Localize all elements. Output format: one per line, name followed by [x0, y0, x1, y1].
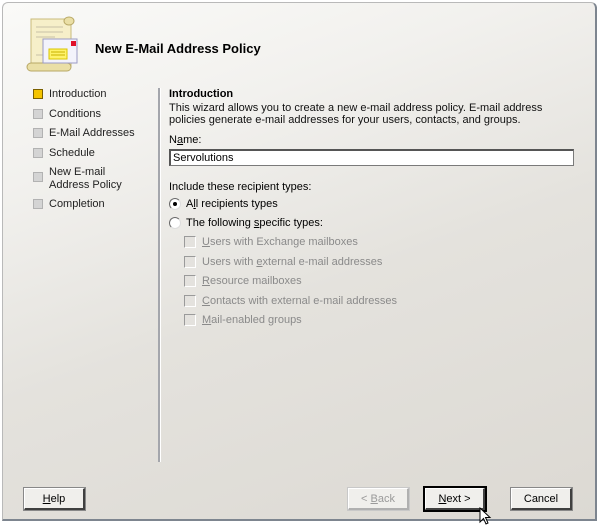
next-button[interactable]: Next > [423, 486, 487, 512]
wizard-steps: Introduction Conditions E-Mail Addresses… [33, 88, 153, 218]
radio-label: The following specific types: [186, 217, 323, 229]
step-label: Introduction [49, 88, 107, 100]
cancel-button[interactable]: Cancel [510, 487, 573, 511]
checkbox-disabled[interactable] [184, 314, 196, 326]
radio-button-checked[interactable] [169, 198, 181, 210]
step-pending-icon [33, 147, 43, 158]
checkbox-contacts-external-email[interactable]: Contacts with external e-mail addresses [169, 294, 579, 315]
checkbox-users-external-email[interactable]: Users with external e-mail addresses [169, 255, 579, 276]
checkbox-label: Contacts with external e-mail addresses [202, 294, 398, 307]
step-label: Conditions [49, 107, 101, 120]
wizard-window: New E-Mail Address Policy Introduction C… [2, 2, 597, 521]
wizard-title: New E-Mail Address Policy [95, 41, 261, 56]
checkbox-disabled[interactable] [184, 236, 196, 248]
step-pending-icon [33, 199, 43, 209]
step-label: Schedule [49, 146, 95, 159]
checkbox-label: Mail-enabled groups [202, 314, 302, 326]
step-pending-icon [33, 108, 43, 119]
step-conditions[interactable]: Conditions [33, 108, 153, 128]
email-policy-scroll-icon [26, 16, 78, 72]
step-pending-icon [33, 128, 43, 138]
step-pending-icon [33, 172, 43, 182]
checkbox-resource-mailboxes[interactable]: Resource mailboxes [169, 275, 579, 295]
step-new-email-address-policy[interactable]: New E-mail Address Policy [33, 166, 153, 198]
back-button[interactable]: < Back [347, 487, 410, 511]
checkbox-users-exchange-mailboxes[interactable]: Users with Exchange mailboxes [169, 236, 579, 256]
section-title: Introduction [169, 88, 234, 100]
include-recipient-types-label: Include these recipient types: [169, 181, 312, 193]
vertical-divider [158, 88, 161, 462]
checkbox-disabled[interactable] [184, 294, 196, 307]
step-introduction[interactable]: Introduction [33, 88, 153, 108]
step-label: Completion [49, 198, 105, 210]
checkbox-label: Resource mailboxes [202, 275, 302, 287]
radio-button[interactable] [169, 217, 181, 229]
checkbox-disabled[interactable] [184, 275, 196, 287]
step-schedule[interactable]: Schedule [33, 147, 153, 167]
checkbox-disabled[interactable] [184, 255, 196, 268]
help-button[interactable]: Help [23, 487, 86, 511]
checkbox-label: Users with external e-mail addresses [202, 255, 383, 268]
radio-specific-types[interactable]: The following specific types: [169, 217, 579, 236]
radio-all-recipients[interactable]: All recipients types [169, 198, 579, 217]
mouse-pointer-icon [479, 507, 492, 525]
step-label: New E-mail Address Policy [49, 166, 122, 191]
checkbox-label: Users with Exchange mailboxes [202, 236, 358, 248]
name-input[interactable] [169, 149, 574, 166]
step-email-addresses[interactable]: E-Mail Addresses [33, 127, 153, 147]
step-label: E-Mail Addresses [49, 127, 135, 139]
step-completion[interactable]: Completion [33, 198, 153, 218]
radio-label: All recipients types [186, 198, 278, 210]
step-active-icon [33, 89, 43, 99]
wizard-content: Introduction This wizard allows you to c… [169, 88, 579, 334]
checkbox-mail-enabled-groups[interactable]: Mail-enabled groups [169, 314, 579, 334]
intro-description: This wizard allows you to create a new e… [169, 102, 543, 126]
name-label: Name: [169, 134, 202, 146]
